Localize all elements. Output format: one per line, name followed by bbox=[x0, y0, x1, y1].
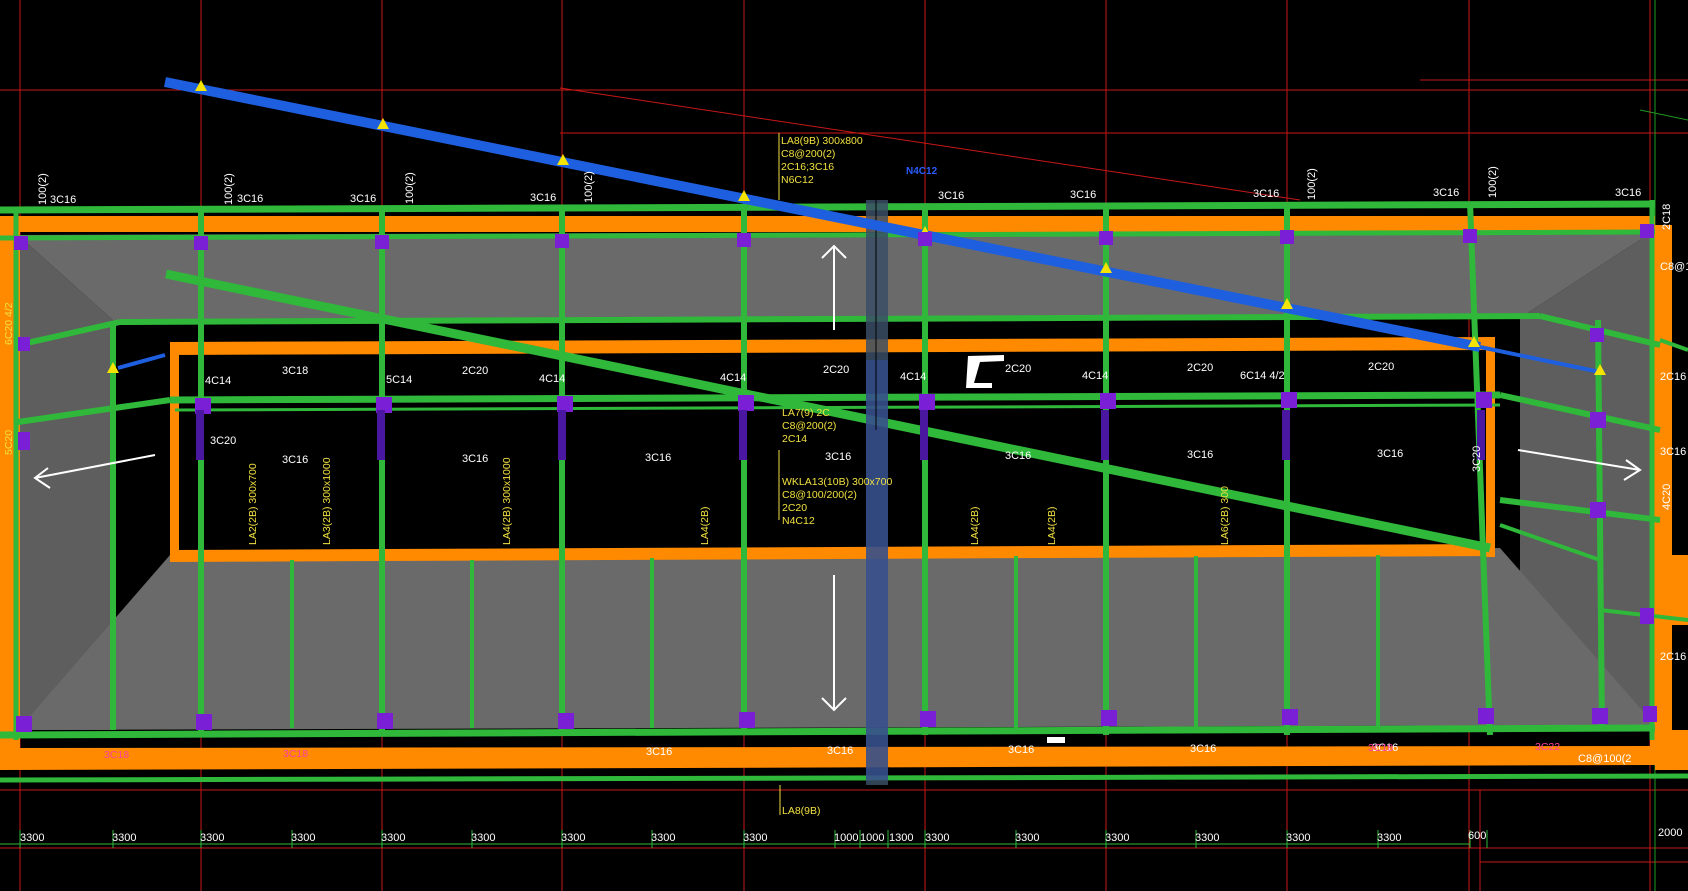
svg-text:4C14: 4C14 bbox=[539, 373, 565, 385]
svg-text:100(2): 100(2) bbox=[1306, 168, 1318, 200]
svg-text:4C14: 4C14 bbox=[205, 375, 231, 387]
svg-text:5C20: 5C20 bbox=[3, 430, 15, 455]
svg-text:3C16: 3C16 bbox=[530, 192, 556, 204]
svg-text:3C16: 3C16 bbox=[350, 193, 376, 205]
svg-text:3300: 3300 bbox=[743, 832, 767, 844]
svg-text:1000: 1000 bbox=[860, 832, 884, 844]
svg-text:LA4(2B): LA4(2B) bbox=[1046, 506, 1058, 545]
svg-text:3C20: 3C20 bbox=[210, 435, 236, 447]
svg-text:3C16: 3C16 bbox=[1005, 450, 1031, 462]
svg-text:3300: 3300 bbox=[291, 832, 315, 844]
svg-text:3300: 3300 bbox=[651, 832, 675, 844]
svg-text:3C16: 3C16 bbox=[462, 453, 488, 465]
svg-text:3300: 3300 bbox=[381, 832, 405, 844]
svg-text:600: 600 bbox=[1468, 830, 1486, 842]
svg-text:4C14: 4C14 bbox=[720, 372, 746, 384]
svg-text:3300: 3300 bbox=[925, 832, 949, 844]
dimension-line: 3300 3300 3300 3300 3300 3300 3300 3300 … bbox=[0, 827, 1682, 848]
svg-text:LA7(9) 2C: LA7(9) 2C bbox=[782, 407, 830, 419]
svg-text:C8@200(2): C8@200(2) bbox=[781, 148, 835, 160]
svg-text:LA8(9B): LA8(9B) bbox=[782, 805, 821, 817]
svg-text:3C16: 3C16 bbox=[827, 745, 853, 757]
svg-text:N6C12: N6C12 bbox=[781, 174, 814, 186]
svg-text:2C20: 2C20 bbox=[1005, 363, 1031, 375]
svg-text:4C14: 4C14 bbox=[900, 371, 926, 383]
svg-text:N4C12: N4C12 bbox=[906, 166, 938, 177]
annotation-la8: LA8(9B) 300x800 C8@200(2) 2C16;3C16 N6C1… bbox=[778, 133, 863, 200]
svg-text:3C16: 3C16 bbox=[1660, 446, 1686, 458]
svg-text:3C16: 3C16 bbox=[646, 746, 672, 758]
svg-text:1000: 1000 bbox=[834, 832, 858, 844]
svg-text:2C14: 2C14 bbox=[782, 433, 807, 445]
svg-text:3C16: 3C16 bbox=[938, 190, 964, 202]
svg-text:3300: 3300 bbox=[1195, 832, 1219, 844]
svg-text:N4C12: N4C12 bbox=[782, 515, 815, 527]
svg-text:100(2): 100(2) bbox=[1487, 166, 1499, 198]
svg-text:3300: 3300 bbox=[20, 832, 44, 844]
svg-text:6C14 4/2: 6C14 4/2 bbox=[1240, 370, 1285, 382]
svg-text:LA8(9B) 300x800: LA8(9B) 300x800 bbox=[781, 135, 863, 147]
svg-text:6C20 4/2: 6C20 4/2 bbox=[3, 302, 15, 345]
svg-text:100(2): 100(2) bbox=[404, 172, 416, 204]
svg-text:3300: 3300 bbox=[471, 832, 495, 844]
svg-text:2000: 2000 bbox=[1658, 827, 1682, 839]
svg-text:3C22: 3C22 bbox=[1535, 741, 1560, 753]
svg-text:LA4(2B) 300x1000: LA4(2B) 300x1000 bbox=[501, 457, 513, 545]
svg-text:100(2): 100(2) bbox=[583, 171, 595, 203]
svg-text:2C20: 2C20 bbox=[1368, 361, 1394, 373]
svg-text:3C16: 3C16 bbox=[1190, 743, 1216, 755]
svg-text:C8@100: C8@100 bbox=[1660, 261, 1688, 273]
svg-text:3C16: 3C16 bbox=[282, 454, 308, 466]
svg-text:3300: 3300 bbox=[200, 832, 224, 844]
svg-text:2C20: 2C20 bbox=[823, 364, 849, 376]
svg-text:LA3(2B) 300x1000: LA3(2B) 300x1000 bbox=[321, 457, 333, 545]
svg-text:4C20: 4C20 bbox=[1661, 484, 1673, 510]
svg-text:2C20: 2C20 bbox=[782, 502, 807, 514]
svg-text:3C18: 3C18 bbox=[1368, 742, 1393, 754]
svg-text:3C18: 3C18 bbox=[283, 748, 308, 760]
svg-text:LA2(2B) 300x700: LA2(2B) 300x700 bbox=[247, 463, 259, 545]
svg-text:2C20: 2C20 bbox=[462, 365, 488, 377]
vertical-post-strip bbox=[866, 200, 888, 785]
svg-text:3C16: 3C16 bbox=[1253, 188, 1279, 200]
svg-text:3C16: 3C16 bbox=[1615, 187, 1641, 199]
svg-text:WKLA13(10B) 300x700: WKLA13(10B) 300x700 bbox=[782, 476, 892, 488]
svg-text:2C16;3C16: 2C16;3C16 bbox=[781, 161, 834, 173]
svg-text:3C20: 3C20 bbox=[1471, 446, 1483, 472]
svg-text:1300: 1300 bbox=[889, 832, 913, 844]
svg-text:3300: 3300 bbox=[1105, 832, 1129, 844]
svg-text:3300: 3300 bbox=[1015, 832, 1039, 844]
svg-text:3C16: 3C16 bbox=[237, 193, 263, 205]
svg-text:3300: 3300 bbox=[112, 832, 136, 844]
svg-text:2C16: 2C16 bbox=[1660, 371, 1686, 383]
svg-text:C8@200(2): C8@200(2) bbox=[782, 420, 836, 432]
svg-text:C8@100/200(2): C8@100/200(2) bbox=[782, 489, 857, 501]
svg-text:3C16: 3C16 bbox=[50, 194, 76, 206]
svg-text:LA6(2B) 300: LA6(2B) 300 bbox=[1219, 486, 1231, 545]
svg-text:3300: 3300 bbox=[561, 832, 585, 844]
svg-text:3C18: 3C18 bbox=[104, 749, 129, 761]
cad-drawing-canvas[interactable]: 3C16 3C16 3C16 3C16 3C16 3C16 3C16 3C16 … bbox=[0, 0, 1688, 891]
svg-text:C8@100(2: C8@100(2 bbox=[1578, 753, 1631, 765]
svg-text:3300: 3300 bbox=[1286, 832, 1310, 844]
svg-text:100(2): 100(2) bbox=[37, 173, 49, 205]
svg-text:5C14: 5C14 bbox=[386, 374, 412, 386]
svg-text:LA4(2B): LA4(2B) bbox=[969, 506, 981, 545]
svg-text:3C16: 3C16 bbox=[825, 451, 851, 463]
svg-text:4C14: 4C14 bbox=[1082, 370, 1108, 382]
svg-text:3C16: 3C16 bbox=[1377, 448, 1403, 460]
svg-text:2C20: 2C20 bbox=[1187, 362, 1213, 374]
svg-text:LA4(2B): LA4(2B) bbox=[699, 506, 711, 545]
svg-text:3C16: 3C16 bbox=[1008, 744, 1034, 756]
svg-text:2C18: 2C18 bbox=[1661, 204, 1673, 230]
svg-text:3C16: 3C16 bbox=[645, 452, 671, 464]
svg-text:3C16: 3C16 bbox=[1070, 189, 1096, 201]
svg-text:3C16: 3C16 bbox=[1433, 187, 1459, 199]
svg-text:100(2): 100(2) bbox=[223, 173, 235, 205]
svg-text:3C16: 3C16 bbox=[1187, 449, 1213, 461]
svg-text:2C16: 2C16 bbox=[1660, 651, 1686, 663]
svg-text:3C18: 3C18 bbox=[282, 365, 308, 377]
